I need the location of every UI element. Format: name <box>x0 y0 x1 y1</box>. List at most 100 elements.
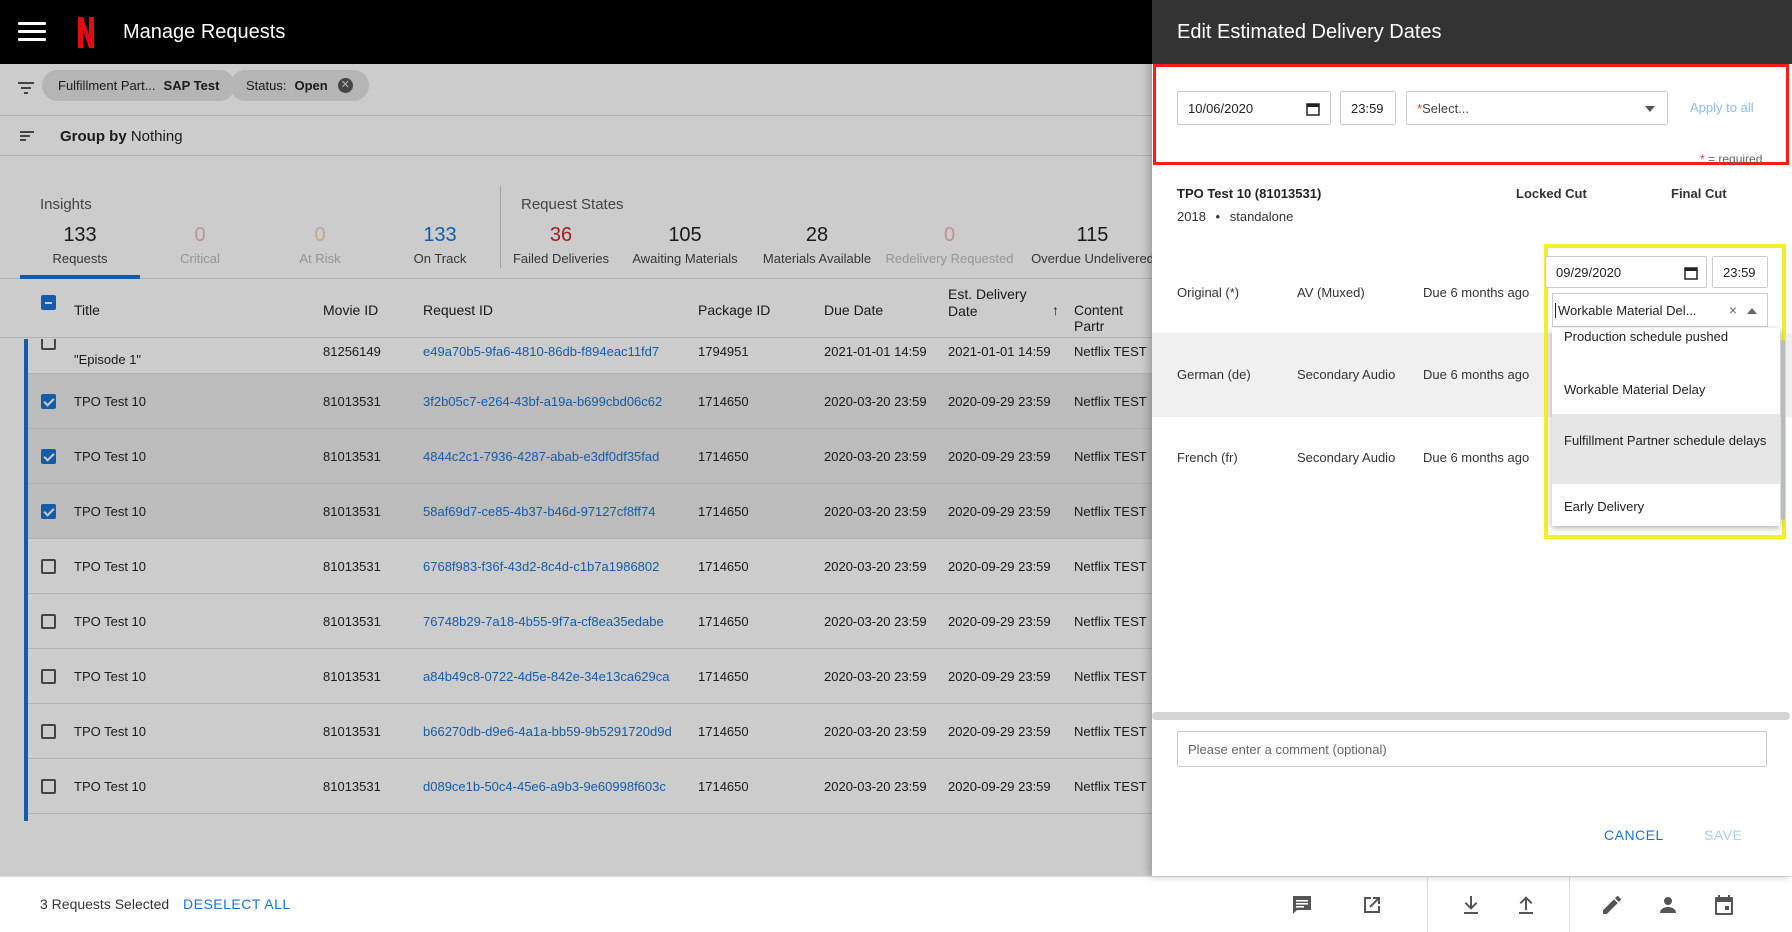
stat-redelivery-requested[interactable]: 0 Redelivery Requested <box>882 224 1017 266</box>
filter-icon[interactable] <box>18 82 34 94</box>
stat-critical[interactable]: 0 Critical <box>140 224 260 266</box>
cell-request-id[interactable]: e49a70b5-9fa6-4810-86db-f894eac11fd7 <box>423 344 659 359</box>
cell-content-partner: Netflix TEST <box>1074 344 1147 359</box>
row-checkbox[interactable] <box>41 779 56 794</box>
apply-to-all-button[interactable]: Apply to all <box>1690 100 1754 115</box>
table-row[interactable]: TPO Test 10 81013531 4844c2c1-7936-4287-… <box>28 429 1152 484</box>
stat-on-track[interactable]: 133 On Track <box>380 224 500 266</box>
row-checkbox[interactable] <box>41 614 56 629</box>
upload-icon[interactable] <box>1514 893 1538 917</box>
table-row[interactable]: TPO Test 10 81013531 b66270db-d9e6-4a1a-… <box>28 704 1152 759</box>
chevron-up-icon[interactable] <box>1747 308 1757 314</box>
cell-request-id[interactable]: b66270db-d9e6-4a1a-bb59-9b5291720d9d <box>423 724 672 739</box>
apply-date-input[interactable]: 10/06/2020 <box>1177 91 1331 125</box>
row-checkbox[interactable] <box>41 394 56 409</box>
edit-icon[interactable] <box>1600 893 1624 917</box>
menu-item[interactable]: Workable Material Delay <box>1552 364 1780 414</box>
selected-tab-indicator <box>20 275 140 279</box>
table-row[interactable]: TPO Test 10 81013531 d089ce1b-50c4-45e6-… <box>28 759 1152 814</box>
deliverable-type: Secondary Audio <box>1297 450 1396 465</box>
cell-request-id[interactable]: a84b49c8-0722-4d5e-842e-34e13ca629ca <box>423 669 670 684</box>
menu-item[interactable]: Fulfillment Partner schedule delays <box>1552 414 1780 484</box>
save-button[interactable]: SAVE <box>1704 827 1742 843</box>
table-row[interactable]: TPO Test 10 81013531 3f2b05c7-e264-43bf-… <box>28 374 1152 429</box>
filter-chip-fulfillment-partner[interactable]: Fulfillment Part... SAP Test <box>42 70 236 101</box>
cell-due-date: 2020-03-20 23:59 <box>824 449 927 464</box>
comment-icon[interactable] <box>1290 893 1314 917</box>
select-all-checkbox[interactable] <box>41 295 56 310</box>
stat-label: Awaiting Materials <box>632 251 738 266</box>
chip-key: Fulfillment Part... <box>58 78 156 93</box>
row-checkbox[interactable] <box>41 504 56 519</box>
close-icon[interactable]: ✕ <box>337 78 353 93</box>
group-by-label: Group by <box>60 128 127 145</box>
stat-label: Overdue Undelivered <box>1031 251 1154 266</box>
reason-combobox[interactable]: Workable Material Del... × <box>1552 293 1768 327</box>
download-icon[interactable] <box>1459 893 1483 917</box>
col-est-delivery-date[interactable]: Est. Delivery Date <box>948 286 1027 320</box>
cell-request-id[interactable]: 4844c2c1-7936-4287-abab-e3df0df35fad <box>423 449 659 464</box>
row-checkbox[interactable] <box>41 669 56 684</box>
cell-est-delivery: 2020-09-29 23:59 <box>948 724 1051 739</box>
table-row[interactable]: TPO Test 10 81013531 76748b29-7a18-4b55-… <box>28 594 1152 649</box>
table-row[interactable]: TPO Test 10 81013531 58af69d7-ce85-4b37-… <box>28 484 1152 539</box>
table-row[interactable]: "Episode 1" 81256149 e49a70b5-9fa6-4810-… <box>28 339 1152 374</box>
menu-scrollbar[interactable] <box>1781 340 1785 520</box>
cell-request-id[interactable]: 6768f983-f36f-43d2-8c4d-c1b7a1986802 <box>423 559 659 574</box>
stat-at-risk[interactable]: 0 At Risk <box>260 224 380 266</box>
menu-icon[interactable] <box>18 22 46 42</box>
row-checkbox[interactable] <box>41 339 56 350</box>
cancel-button[interactable]: CANCEL <box>1604 827 1664 843</box>
col-title[interactable]: Title <box>74 302 100 318</box>
menu-item[interactable]: Production schedule pushed <box>1552 330 1780 360</box>
cell-est-delivery: 2020-09-29 23:59 <box>948 559 1051 574</box>
person-icon[interactable] <box>1656 893 1680 917</box>
cell-request-id[interactable]: d089ce1b-50c4-45e6-a9b3-9e60998f603c <box>423 779 666 794</box>
cell-package-id: 1714650 <box>698 394 749 409</box>
menu-item[interactable]: Early Delivery <box>1552 484 1780 526</box>
deselect-all-button[interactable]: DESELECT ALL <box>183 896 291 912</box>
request-states-title: Request States <box>521 196 624 213</box>
chip-value: Open <box>294 78 328 93</box>
calendar-icon[interactable] <box>1712 893 1736 917</box>
comment-input[interactable]: Please enter a comment (optional) <box>1177 731 1767 767</box>
col-movie-id[interactable]: Movie ID <box>323 302 378 318</box>
required-legend: * = required <box>1700 152 1762 166</box>
apply-reason-select[interactable]: * Select... <box>1406 91 1668 125</box>
cell-movie-id: 81013531 <box>323 614 381 629</box>
drawer-title: Edit Estimated Delivery Dates <box>1177 21 1442 43</box>
row-checkbox[interactable] <box>41 559 56 574</box>
row-checkbox[interactable] <box>41 724 56 739</box>
cell-request-id[interactable]: 76748b29-7a18-4b55-9f7a-cf8ea35edabe <box>423 614 664 629</box>
stat-materials-available[interactable]: 28 Materials Available <box>752 224 882 266</box>
cell-request-id[interactable]: 3f2b05c7-e264-43bf-a19a-b699cbd06c62 <box>423 394 662 409</box>
col-due-date[interactable]: Due Date <box>824 302 883 318</box>
col-package-id[interactable]: Package ID <box>698 302 770 318</box>
table-row[interactable]: TPO Test 10 81013531 6768f983-f36f-43d2-… <box>28 539 1152 594</box>
col-content-partner[interactable]: Content Partr <box>1074 302 1152 334</box>
row-checkbox[interactable] <box>41 449 56 464</box>
group-by-control[interactable]: Group by Nothing <box>60 128 183 145</box>
stat-requests[interactable]: 133 Requests <box>20 224 140 266</box>
clear-icon[interactable]: × <box>1729 302 1737 318</box>
apply-time-input[interactable]: 23:59 <box>1340 91 1396 125</box>
calendar-icon[interactable] <box>1306 102 1320 116</box>
cell-request-id[interactable]: 58af69d7-ce85-4b37-b46d-97127cf8ff74 <box>423 504 656 519</box>
stat-overdue-undelivered[interactable]: 115 Overdue Undelivered <box>1025 224 1160 266</box>
stat-value: 28 <box>805 224 829 246</box>
stat-awaiting-materials[interactable]: 105 Awaiting Materials <box>625 224 745 266</box>
sort-arrow-icon[interactable]: ↑ <box>1052 302 1059 318</box>
sort-icon[interactable] <box>20 131 34 141</box>
open-external-icon[interactable] <box>1360 893 1384 917</box>
calendar-icon[interactable] <box>1684 266 1698 280</box>
cell-package-id: 1714650 <box>698 779 749 794</box>
filter-chip-status[interactable]: Status: Open ✕ <box>230 70 369 101</box>
package-type: standalone <box>1229 209 1294 224</box>
row-date-input[interactable]: 09/29/2020 <box>1545 256 1707 288</box>
row-time-input[interactable]: 23:59 <box>1712 256 1768 288</box>
horizontal-scrollbar[interactable] <box>1152 712 1790 720</box>
table-row[interactable]: TPO Test 10 81013531 a84b49c8-0722-4d5e-… <box>28 649 1152 704</box>
cell-title: TPO Test 10 <box>74 669 147 684</box>
col-request-id[interactable]: Request ID <box>423 302 493 318</box>
stat-failed-deliveries[interactable]: 36 Failed Deliveries <box>501 224 621 266</box>
